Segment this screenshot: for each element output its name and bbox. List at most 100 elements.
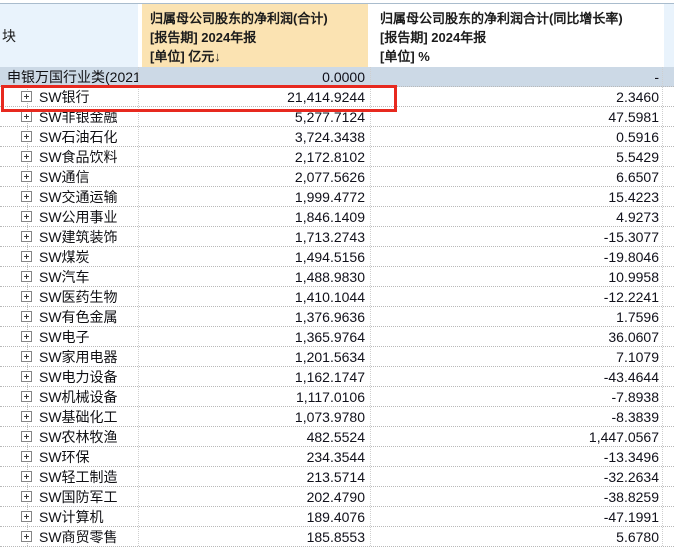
table-row[interactable]: SW轻工制造 213.5714 -32.2634: [0, 467, 674, 487]
expand-plus-icon[interactable]: [21, 211, 32, 222]
sector-label: SW汽车: [39, 267, 90, 286]
column-header-net-profit[interactable]: 归属母公司股东的净利润(合计) [报告期] 2024年报 [单位] 亿元↓: [142, 4, 368, 67]
table-row[interactable]: SW汽车 1,488.9830 10.9958: [0, 267, 674, 287]
sector-label: SW建筑装饰: [39, 227, 118, 246]
growth-rate-value: 2.3460: [371, 87, 663, 106]
expand-plus-icon[interactable]: [21, 191, 32, 202]
expand-plus-icon[interactable]: [21, 291, 32, 302]
net-profit-value: 3,724.3438: [139, 127, 371, 146]
expand-plus-icon[interactable]: [21, 271, 32, 282]
growth-rate-value: 5.6780: [371, 527, 663, 546]
growth-rate-value: -43.4644: [371, 367, 663, 386]
growth-rate-value: 10.9958: [371, 267, 663, 286]
table-row[interactable]: SW基础化工 1,073.9780 -8.3839: [0, 407, 674, 427]
sector-label: 申银万国行业类(2021): [7, 67, 139, 86]
expand-plus-icon[interactable]: [21, 531, 32, 542]
table-row[interactable]: 申银万国行业类(2021) 0.0000 -: [0, 67, 674, 87]
sector-label: SW银行: [39, 87, 90, 106]
expand-plus-icon[interactable]: [21, 171, 32, 182]
growth-rate-value: 15.4223: [371, 187, 663, 206]
expand-plus-icon[interactable]: [21, 391, 32, 402]
sector-label: SW电子: [39, 327, 90, 346]
growth-rate-value: -12.2241: [371, 287, 663, 306]
table-row[interactable]: SW煤炭 1,494.5156 -19.8046: [0, 247, 674, 267]
expand-plus-icon[interactable]: [21, 131, 32, 142]
growth-rate-value: -38.8259: [371, 487, 663, 506]
expand-plus-icon[interactable]: [21, 91, 32, 102]
growth-rate-value: 7.1079: [371, 347, 663, 366]
growth-rate-value: -47.1991: [371, 507, 663, 526]
table-row[interactable]: SW机械设备 1,117.0106 -7.8938: [0, 387, 674, 407]
sector-header-label: 块: [2, 26, 16, 46]
table-row[interactable]: SW石油石化 3,724.3438 0.5916: [0, 127, 674, 147]
expand-plus-icon[interactable]: [21, 371, 32, 382]
sector-label: SW交通运输: [39, 187, 118, 206]
table-row[interactable]: SW医药生物 1,410.1044 -12.2241: [0, 287, 674, 307]
sector-label: SW国防军工: [39, 487, 118, 506]
net-profit-value: 1,999.4772: [139, 187, 371, 206]
table-row[interactable]: SW食品饮料 2,172.8102 5.5429: [0, 147, 674, 167]
expand-plus-icon[interactable]: [21, 431, 32, 442]
sector-label: SW基础化工: [39, 407, 118, 426]
net-profit-value: 185.8553: [139, 527, 371, 546]
expand-plus-icon[interactable]: [21, 231, 32, 242]
column-header-sector[interactable]: 块: [0, 4, 138, 67]
expand-plus-icon[interactable]: [21, 151, 32, 162]
sector-label: SW公用事业: [39, 207, 118, 226]
table-row[interactable]: SW电子 1,365.9764 36.0607: [0, 327, 674, 347]
table-row[interactable]: SW家用电器 1,201.5634 7.1079: [0, 347, 674, 367]
sector-label: SW非银金融: [39, 107, 118, 126]
growth-rate-value: 5.5429: [371, 147, 663, 166]
table-row[interactable]: SW农林牧渔 482.5524 1,447.0567: [0, 427, 674, 447]
sector-label: SW家用电器: [39, 347, 118, 366]
sector-label: SW通信: [39, 167, 90, 186]
expand-plus-icon[interactable]: [21, 491, 32, 502]
table-row[interactable]: SW交通运输 1,999.4772 15.4223: [0, 187, 674, 207]
growth-rate-value: -: [371, 67, 663, 86]
net-profit-value: 1,201.5634: [139, 347, 371, 366]
expand-plus-icon[interactable]: [21, 331, 32, 342]
sort-descending-icon[interactable]: ↓: [214, 49, 221, 64]
net-profit-header-unit: [单位] 亿元: [150, 49, 214, 64]
column-header-next-partial: [664, 4, 674, 67]
expand-plus-icon[interactable]: [21, 411, 32, 422]
expand-plus-icon[interactable]: [21, 451, 32, 462]
table-row[interactable]: SW建筑装饰 1,713.2743 -15.3077: [0, 227, 674, 247]
sector-label: SW医药生物: [39, 287, 118, 306]
table-row[interactable]: SW有色金属 1,376.9636 1.7596: [0, 307, 674, 327]
net-profit-value: 1,410.1044: [139, 287, 371, 306]
sector-label: SW煤炭: [39, 247, 90, 266]
sector-label: SW有色金属: [39, 307, 118, 326]
expand-plus-icon[interactable]: [21, 471, 32, 482]
table-row[interactable]: SW环保 234.3544 -13.3496: [0, 447, 674, 467]
sector-label: SW农林牧渔: [39, 427, 118, 446]
table-row[interactable]: SW非银金融 5,277.7124 47.5981: [0, 107, 674, 127]
growth-rate-value: 1,447.0567: [371, 427, 663, 446]
expand-plus-icon[interactable]: [21, 351, 32, 362]
column-header-growth-rate[interactable]: 归属母公司股东的净利润合计(同比增长率) [报告期] 2024年报 [单位] %: [372, 4, 661, 67]
table-row[interactable]: SW商贸零售 185.8553 5.6780: [0, 527, 674, 547]
expand-plus-icon[interactable]: [21, 511, 32, 522]
expand-plus-icon[interactable]: [21, 311, 32, 322]
growth-rate-value: -15.3077: [371, 227, 663, 246]
growth-rate-value: -7.8938: [371, 387, 663, 406]
net-profit-value: 1,376.9636: [139, 307, 371, 326]
growth-rate-value: -32.2634: [371, 467, 663, 486]
expand-plus-icon[interactable]: [21, 251, 32, 262]
sector-label: SW食品饮料: [39, 147, 118, 166]
table-row[interactable]: SW公用事业 1,846.1409 4.9273: [0, 207, 674, 227]
table-row[interactable]: SW计算机 189.4076 -47.1991: [0, 507, 674, 527]
net-profit-header-title: 归属母公司股东的净利润(合计): [150, 9, 368, 28]
growth-rate-value: 1.7596: [371, 307, 663, 326]
table-row[interactable]: SW银行 21,414.9244 2.3460: [0, 87, 674, 107]
net-profit-value: 1,365.9764: [139, 327, 371, 346]
net-profit-value: 0.0000: [139, 67, 371, 86]
sector-label: SW环保: [39, 447, 90, 466]
growth-header-title: 归属母公司股东的净利润合计(同比增长率): [380, 9, 661, 28]
sector-label: SW轻工制造: [39, 467, 118, 486]
table-row[interactable]: SW电力设备 1,162.1747 -43.4644: [0, 367, 674, 387]
table-row[interactable]: SW国防军工 202.4790 -38.8259: [0, 487, 674, 507]
financial-terminal-table: 块 归属母公司股东的净利润(合计) [报告期] 2024年报 [单位] 亿元↓ …: [0, 0, 674, 547]
expand-plus-icon[interactable]: [21, 111, 32, 122]
table-row[interactable]: SW通信 2,077.5626 6.6507: [0, 167, 674, 187]
